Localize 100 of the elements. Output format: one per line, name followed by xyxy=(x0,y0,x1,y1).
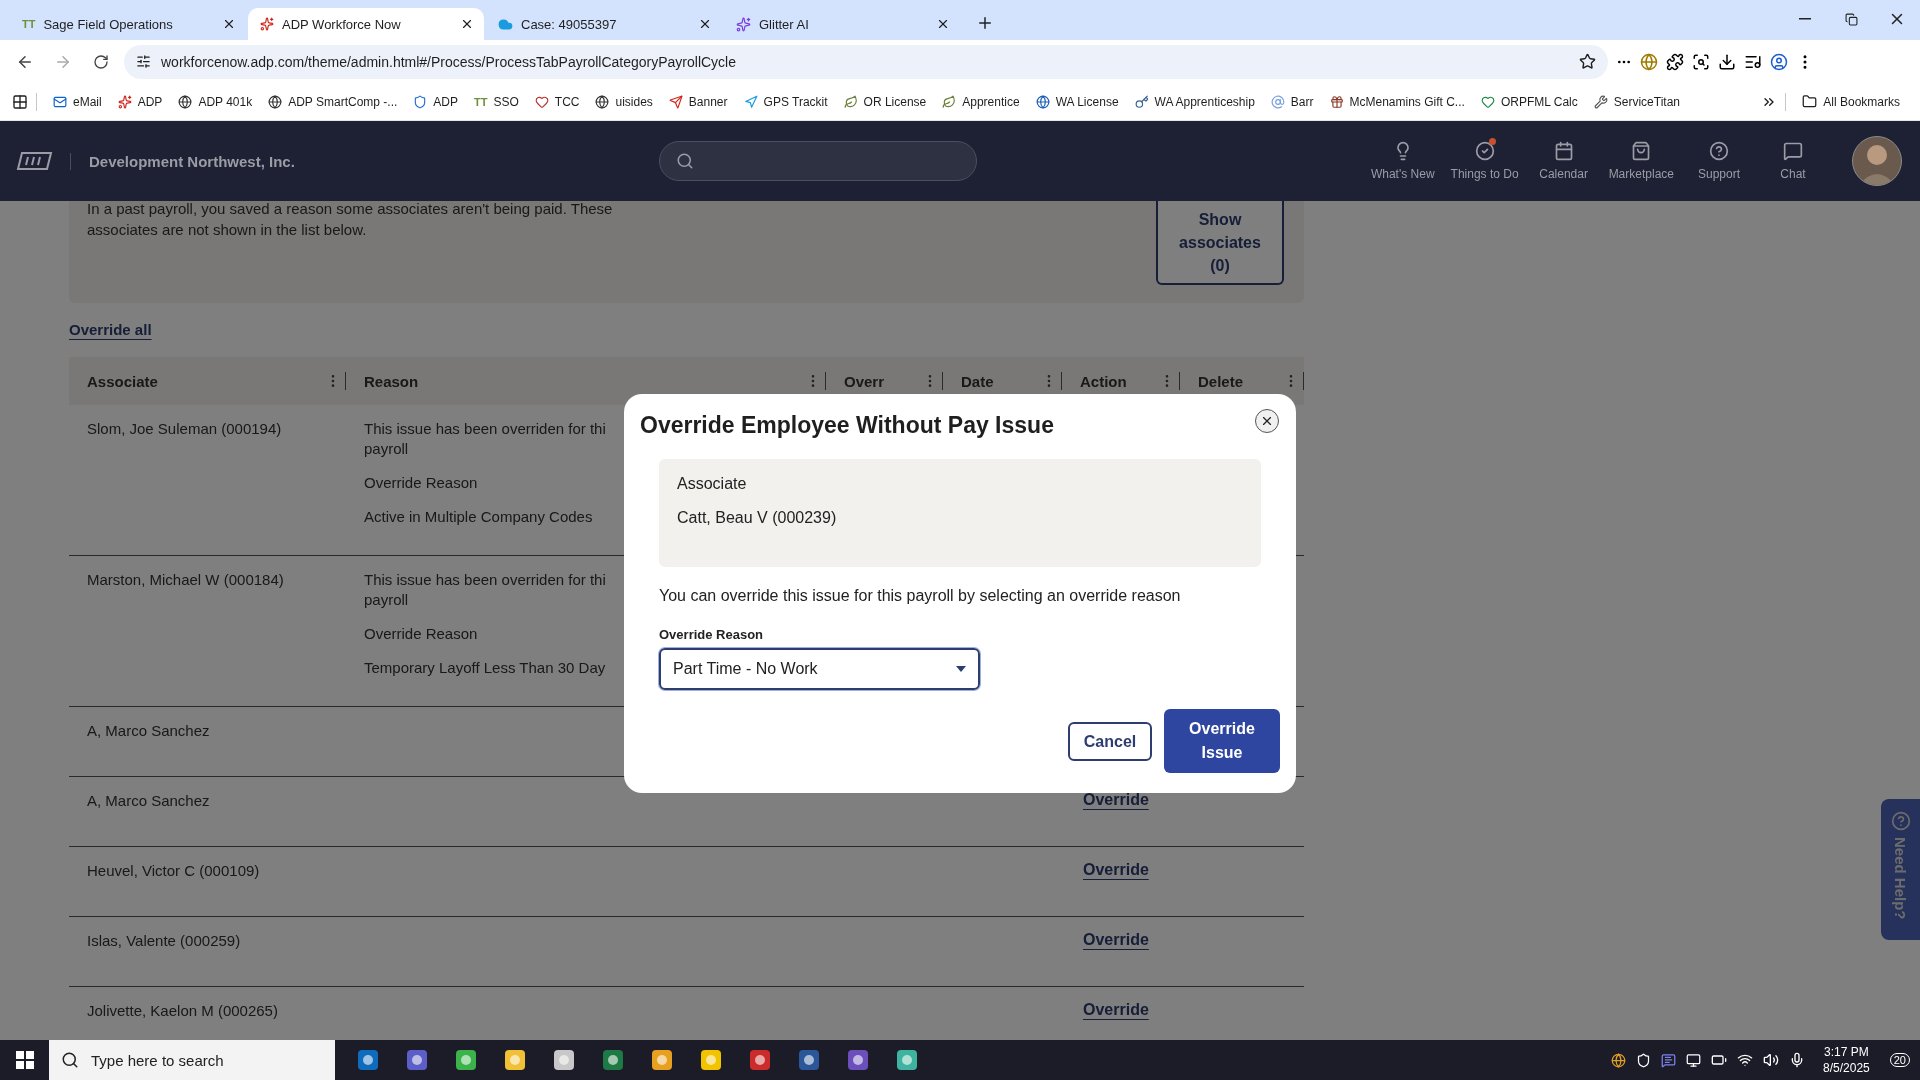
associate-cell: Slom, Joe Suleman (000194) xyxy=(87,419,282,439)
navigation-icon xyxy=(743,94,758,109)
app-icon xyxy=(796,1048,821,1072)
bookmark-link[interactable]: ServiceTitan xyxy=(1585,87,1689,116)
globe-icon xyxy=(178,94,193,109)
nav-item[interactable]: Marketplace xyxy=(1600,141,1682,181)
avatar[interactable] xyxy=(1852,136,1902,186)
app-icon xyxy=(551,1048,576,1072)
heart-icon xyxy=(534,94,549,109)
cancel-button[interactable]: Cancel xyxy=(1068,722,1152,761)
nav-item[interactable]: Calendar xyxy=(1526,141,1601,181)
bookmark-link[interactable]: ADP xyxy=(405,87,466,116)
associate-cell: Islas, Valente (000259) xyxy=(87,931,241,951)
browser-tab[interactable]: Glitter AI xyxy=(724,8,960,40)
bookmark-link[interactable]: OR License xyxy=(835,87,935,116)
override-link[interactable]: Override xyxy=(1083,1001,1149,1019)
reason-text: This issue has been overriden for thi xyxy=(364,570,606,590)
nav-item[interactable]: Chat xyxy=(1756,141,1830,181)
tab-title: Sage Field Operations xyxy=(43,16,174,32)
mail-icon xyxy=(53,94,67,109)
bookmark-link[interactable]: WA License xyxy=(1027,87,1127,116)
bookmark-link[interactable]: WA Apprenticeship xyxy=(1126,87,1263,116)
bookmark-link[interactable]: McMenamins Gift C... xyxy=(1321,87,1473,116)
associate-cell: A, Marco Sanchez xyxy=(87,791,210,811)
bookmark-link[interactable]: Apprentice xyxy=(934,87,1028,116)
browser-tab[interactable]: Case: 49055397 xyxy=(486,8,722,40)
clock[interactable]: 3:17 PM 8/5/2025 xyxy=(1823,1044,1870,1076)
app-icon xyxy=(698,1048,723,1072)
associate-cell: A, Marco Sanchez xyxy=(87,721,210,741)
app-icon xyxy=(747,1048,772,1072)
close-icon[interactable] xyxy=(698,17,712,31)
nav-item[interactable]: What's New xyxy=(1362,141,1443,181)
send-icon xyxy=(668,94,683,109)
chat-bubble-icon xyxy=(1783,141,1803,161)
override-all-link[interactable]: Override all xyxy=(69,321,152,338)
shield-icon[interactable] xyxy=(1636,1052,1652,1068)
column-header[interactable]: Associate xyxy=(69,357,346,405)
tab-title: Glitter AI xyxy=(759,16,810,32)
override-link[interactable]: Override xyxy=(1083,791,1149,809)
nav-item[interactable]: Support xyxy=(1682,141,1756,181)
bookmark-link[interactable]: ORPFML Calc xyxy=(1472,87,1586,116)
bookmark-link[interactable]: uisides xyxy=(587,87,661,116)
company-name: Development Northwest, Inc. xyxy=(70,152,295,170)
override-link[interactable]: Override xyxy=(1083,931,1149,949)
app-icon xyxy=(453,1048,478,1072)
network-icon[interactable] xyxy=(1737,1052,1754,1068)
close-icon[interactable] xyxy=(222,17,236,31)
app-icon xyxy=(649,1048,674,1072)
logo[interactable] xyxy=(16,152,53,170)
monitor-icon[interactable] xyxy=(1686,1052,1702,1068)
bookmark-link[interactable]: ADP xyxy=(109,87,171,116)
puzzle-icon[interactable] xyxy=(1666,52,1684,71)
browser-tab[interactable]: TT Sage Field Operations xyxy=(10,8,246,40)
close-icon[interactable] xyxy=(936,17,950,31)
override-issue-button[interactable]: Override Issue xyxy=(1164,709,1280,773)
profile-icon[interactable] xyxy=(1770,52,1788,71)
battery-icon[interactable] xyxy=(1711,1052,1728,1068)
search-field[interactable] xyxy=(658,141,977,181)
bookmark-link[interactable]: TCC xyxy=(526,87,588,116)
associate-cell: Marston, Michael W (000184) xyxy=(87,570,284,590)
associate-value: Catt, Beau V (000239) xyxy=(677,509,837,527)
close-button[interactable] xyxy=(1255,409,1279,433)
taskbar-search-field[interactable]: Type here to search xyxy=(49,1040,335,1080)
at-sign-icon xyxy=(1270,94,1285,109)
bookmark-link[interactable]: Barr xyxy=(1262,87,1322,116)
volume-icon[interactable] xyxy=(1763,1052,1780,1068)
close-icon[interactable] xyxy=(460,17,474,31)
show-associates-button[interactable]: Show associates (0) xyxy=(1156,201,1284,285)
shield-icon xyxy=(413,94,428,109)
plus-icon xyxy=(976,14,994,32)
app-icon xyxy=(502,1048,527,1072)
globe-icon xyxy=(595,94,610,109)
globe-icon[interactable] xyxy=(1640,52,1658,71)
cloud-icon xyxy=(498,16,513,32)
folder-icon xyxy=(1802,94,1818,109)
override-reason-select[interactable]: Part Time - No Work xyxy=(659,648,980,690)
bookmark-link[interactable]: Banner xyxy=(660,87,736,116)
chat-icon[interactable] xyxy=(1661,1052,1677,1068)
bookmark-link[interactable]: eMail xyxy=(45,87,110,116)
site-settings-icon[interactable] xyxy=(136,54,151,69)
bookmark-link[interactable]: GPS Trackit xyxy=(735,87,836,116)
browser-tab[interactable]: ADP Workforce Now xyxy=(248,8,484,40)
address-bar[interactable]: workforcenow.adp.com/theme/admin.html#/Process/ProcessTabPayrollCategoryPayrollCycle xyxy=(124,44,1608,79)
star-icon[interactable] xyxy=(1579,53,1596,70)
field-label: Override Reason xyxy=(659,627,765,642)
reason-text: payroll xyxy=(364,590,409,610)
bookmark-link[interactable]: ADP SmartComp -... xyxy=(260,87,406,116)
apps-icon[interactable] xyxy=(12,93,28,110)
column-header[interactable]: Reason xyxy=(346,357,826,405)
tab-search-icon[interactable] xyxy=(1692,52,1710,71)
all-bookmarks-link[interactable]: All Bookmarks xyxy=(1794,87,1908,116)
globe-icon[interactable] xyxy=(1611,1052,1627,1068)
bookmark-link[interactable]: ADP 401k xyxy=(170,87,261,116)
bookmark-link[interactable]: TT SSO xyxy=(466,87,527,116)
reload-icon xyxy=(93,53,109,70)
override-link[interactable]: Override xyxy=(1083,861,1149,879)
leaf-icon xyxy=(942,94,957,109)
nav-item[interactable]: Things to Do xyxy=(1442,141,1527,181)
download-icon[interactable] xyxy=(1718,52,1736,71)
associate-cell: Jolivette, Kaelon M (000265) xyxy=(87,1001,278,1021)
